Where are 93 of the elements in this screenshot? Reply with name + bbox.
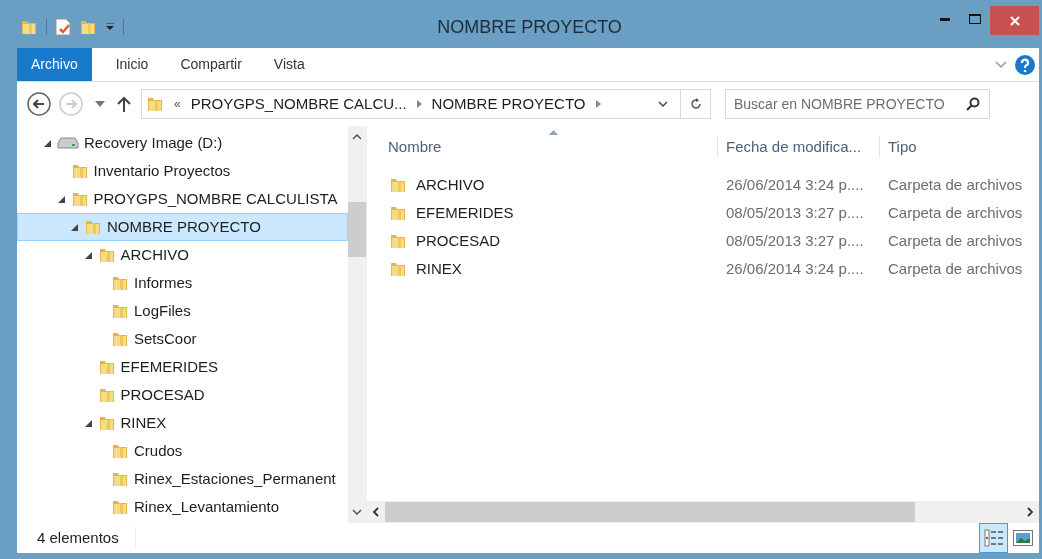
tree-item[interactable]: ARCHIVO (17, 241, 348, 269)
expand-arrow-icon[interactable] (84, 419, 93, 427)
folder-icon (97, 414, 116, 432)
help-icon[interactable] (1015, 54, 1035, 75)
address-bar[interactable]: « PROYGPS_NOMBRE CALCU... NOMBRE PROYECTO (141, 89, 711, 119)
expand-arrow-icon[interactable] (44, 139, 52, 147)
tree-item[interactable]: EFEMERIDES (17, 353, 348, 381)
properties-icon[interactable] (55, 18, 71, 36)
ribbon-tab[interactable]: Inicio (99, 48, 165, 81)
tree-item[interactable]: Inventario Proyectos (17, 157, 348, 185)
tree-item[interactable]: Crudos (17, 437, 348, 465)
sort-ascending-icon (549, 130, 558, 135)
image-icon (1012, 530, 1033, 546)
chevron-right-icon[interactable] (416, 100, 422, 108)
tree-item[interactable]: PROYGPS_NOMBRE CALCULISTA (17, 185, 348, 213)
window-title: NOMBRE PROYECTO (437, 15, 622, 39)
folder-icon (389, 232, 407, 250)
close-button[interactable] (990, 6, 1039, 35)
scrollbar-thumb[interactable] (348, 202, 366, 257)
tree-item[interactable]: Informes (17, 269, 348, 297)
tree-item[interactable]: RINEX (17, 409, 348, 437)
back-icon[interactable] (27, 92, 51, 116)
folder-icon (97, 358, 116, 376)
chevron-right-icon[interactable] (595, 100, 601, 108)
ribbon-tab[interactable]: Compartir (164, 48, 258, 81)
file-name[interactable]: EFEMERIDES (416, 201, 514, 225)
maximize-icon (969, 14, 981, 24)
chevron-down-icon[interactable] (658, 100, 668, 108)
modified-date: 08/05/2013 3:27 p.... (725, 230, 865, 251)
ribbon-tab[interactable]: Archivo (17, 48, 92, 81)
file-type: Carpeta de archivos (887, 230, 1023, 251)
tree-item[interactable]: Rinex_Levantamiento (17, 493, 348, 521)
scrollbar[interactable] (348, 126, 366, 523)
tree-item[interactable]: NOMBRE PROYECTO (17, 213, 348, 241)
scroll-right-icon[interactable] (1026, 507, 1034, 517)
folder-icon (111, 330, 129, 348)
file-type: Carpeta de archivos (887, 202, 1023, 223)
breadcrumb-overflow[interactable]: « (174, 95, 181, 113)
folder-icon (79, 18, 97, 36)
dropdown-icon[interactable] (105, 23, 115, 31)
folder-icon (111, 498, 129, 516)
file-type: Carpeta de archivos (887, 258, 1023, 279)
dropdown-icon[interactable] (95, 101, 105, 107)
folder-icon (70, 190, 89, 208)
folder-icon (111, 442, 129, 460)
folder-icon (20, 18, 38, 36)
column-header[interactable]: Nombre (388, 135, 717, 159)
ribbon-tab[interactable]: Vista (257, 48, 321, 81)
tree-item[interactable]: SetsCoor (17, 325, 348, 353)
up-arrow-icon[interactable] (117, 96, 131, 112)
breadcrumb-item[interactable]: NOMBRE PROYECTO (431, 92, 586, 116)
breadcrumb-item[interactable]: PROYGPS_NOMBRE CALCU... (190, 92, 407, 116)
details-view-button[interactable] (979, 523, 1008, 553)
folder-icon (389, 204, 407, 222)
folder-icon (111, 302, 129, 320)
search-field[interactable]: Buscar en NOMBRE PROYECTO (725, 89, 990, 119)
details-list-icon (983, 528, 1004, 548)
file-name[interactable]: ARCHIVO (416, 173, 485, 197)
tree-item[interactable]: LogFiles (17, 297, 348, 325)
folder-icon (111, 470, 129, 488)
scrollbar-thumb[interactable] (385, 502, 915, 522)
file-type: Carpeta de archivos (887, 174, 1023, 195)
file-name[interactable]: RINEX (416, 257, 462, 281)
column-header[interactable]: Fecha de modifica... (717, 135, 879, 159)
tree-item[interactable]: Rinex_Estaciones_Permanent (17, 465, 348, 493)
folder-icon (70, 162, 89, 180)
close-icon (1009, 15, 1020, 26)
search-icon (966, 97, 980, 111)
column-header[interactable]: Tipo (879, 135, 1039, 159)
folder-icon (97, 246, 116, 264)
minimize-icon (940, 17, 950, 21)
expand-arrow-icon[interactable] (57, 195, 66, 203)
folder-icon (146, 95, 164, 113)
folder-icon (111, 274, 129, 292)
drive-icon (57, 137, 79, 149)
expand-arrow-icon[interactable] (71, 223, 79, 231)
modified-date: 08/05/2013 3:27 p.... (725, 202, 865, 223)
refresh-icon (689, 97, 702, 111)
item-count: 4 elementos (37, 526, 136, 550)
scroll-left-icon[interactable] (372, 507, 380, 517)
tree-item[interactable]: Recovery Image (D:) (17, 129, 348, 157)
expand-arrow-icon[interactable] (84, 251, 93, 259)
folder-icon (389, 176, 407, 194)
scroll-down-icon[interactable] (352, 509, 362, 515)
folder-icon (84, 218, 102, 236)
modified-date: 26/06/2014 3:24 p.... (725, 174, 865, 195)
folder-icon (97, 386, 116, 404)
tree-item[interactable]: PROCESAD (17, 381, 348, 409)
horizontal-scrollbar[interactable] (367, 501, 1039, 523)
modified-date: 26/06/2014 3:24 p.... (725, 258, 865, 279)
file-name[interactable]: PROCESAD (416, 229, 501, 253)
scroll-up-icon[interactable] (352, 134, 362, 140)
folder-icon (389, 260, 407, 278)
